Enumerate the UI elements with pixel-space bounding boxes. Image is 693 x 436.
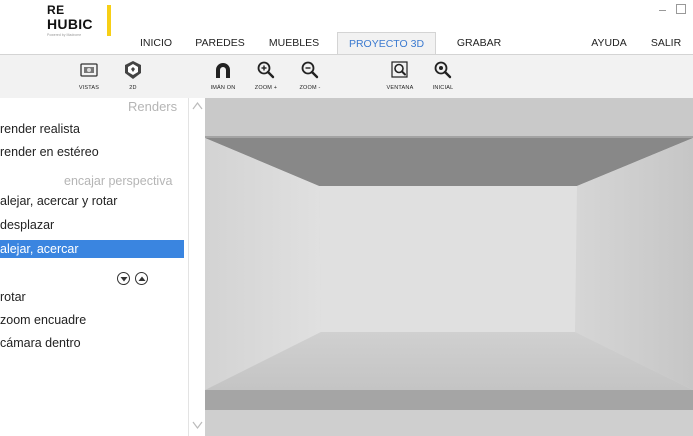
logo-line-2: HUBIC (47, 16, 93, 32)
zoom-window-button[interactable]: VENTANA (378, 58, 422, 96)
sidebar-item-alejar-acercar[interactable]: alejar, acercar (0, 240, 184, 258)
arrow-up-icon[interactable] (135, 272, 148, 285)
app-window: RE HUBIC Powered by Madrome INICIO PARED… (0, 0, 693, 436)
sidebar-item-desplazar[interactable]: desplazar (0, 216, 184, 234)
minimize-icon[interactable] (659, 10, 666, 11)
zoom-in-button[interactable]: ZOOM + (244, 58, 288, 96)
zoom-window-icon (391, 61, 408, 78)
magnet-icon (216, 63, 230, 78)
maximize-icon[interactable] (676, 4, 686, 14)
sidebar-scrollbar[interactable] (188, 98, 205, 436)
scroll-up-icon[interactable] (192, 101, 203, 111)
zoom-window-label: VENTANA (386, 85, 414, 91)
views-label: VISTAS (78, 85, 100, 91)
tab-muebles[interactable]: MUEBLES (266, 32, 322, 54)
main-nav: INICIO PAREDES MUEBLES PROYECTO 3D GRABA… (0, 32, 693, 54)
zoom-out-label: ZOOM - (299, 85, 321, 91)
tab-ayuda[interactable]: AYUDA (587, 32, 631, 54)
2d-label: 2D (129, 85, 137, 91)
zoom-initial-icon (434, 61, 452, 79)
2d-button[interactable]: 2D (111, 58, 155, 96)
logo-line-1: RE (47, 3, 65, 17)
magnet-button[interactable]: IMÁN ON (201, 58, 245, 96)
2d-view-icon (125, 61, 141, 79)
arrow-down-icon[interactable] (117, 272, 130, 285)
scroll-down-icon[interactable] (192, 420, 203, 430)
magnet-label: IMÁN ON (210, 85, 236, 91)
tab-paredes[interactable]: PAREDES (194, 32, 246, 54)
zoom-out-icon (301, 61, 319, 79)
sidebar-item-camara-dentro[interactable]: cámara dentro (0, 334, 184, 352)
views-button[interactable]: VISTAS (67, 58, 111, 96)
perspective-header: encajar perspectiva (64, 174, 173, 188)
zoom-out-button[interactable]: ZOOM - (288, 58, 332, 96)
zoom-in-label: ZOOM + (254, 85, 278, 91)
sidebar-item-render-estereo[interactable]: render en estéreo (0, 143, 184, 161)
zoom-initial-button[interactable]: INICIAL (421, 58, 465, 96)
tab-grabar[interactable]: GRABAR (454, 32, 504, 54)
views-icon (80, 63, 98, 77)
sidebar-item-render-realista[interactable]: render realista (0, 120, 184, 138)
sidebar-item-alejar-acercar-rotar[interactable]: alejar, acercar y rotar (0, 192, 184, 210)
tab-proyecto-3d[interactable]: PROYECTO 3D (337, 32, 436, 54)
zoom-in-icon (257, 61, 275, 79)
3d-viewport[interactable] (205, 98, 693, 436)
tab-salir[interactable]: SALIR (647, 32, 685, 54)
3d-room-render (205, 98, 693, 436)
sidebar: Renders render realista render en estére… (0, 98, 188, 436)
window-controls (659, 4, 689, 18)
renders-header: Renders (128, 99, 178, 114)
camera-arrows (117, 272, 157, 288)
sidebar-item-zoom-encuadre[interactable]: zoom encuadre (0, 311, 184, 329)
zoom-initial-label: INICIAL (432, 85, 454, 91)
sidebar-item-rotar[interactable]: rotar (0, 288, 184, 306)
tab-inicio[interactable]: INICIO (136, 32, 176, 54)
toolbar: VISTAS 2D IMÁN ON ZOOM + ZOOM - VENTANA … (0, 54, 693, 99)
